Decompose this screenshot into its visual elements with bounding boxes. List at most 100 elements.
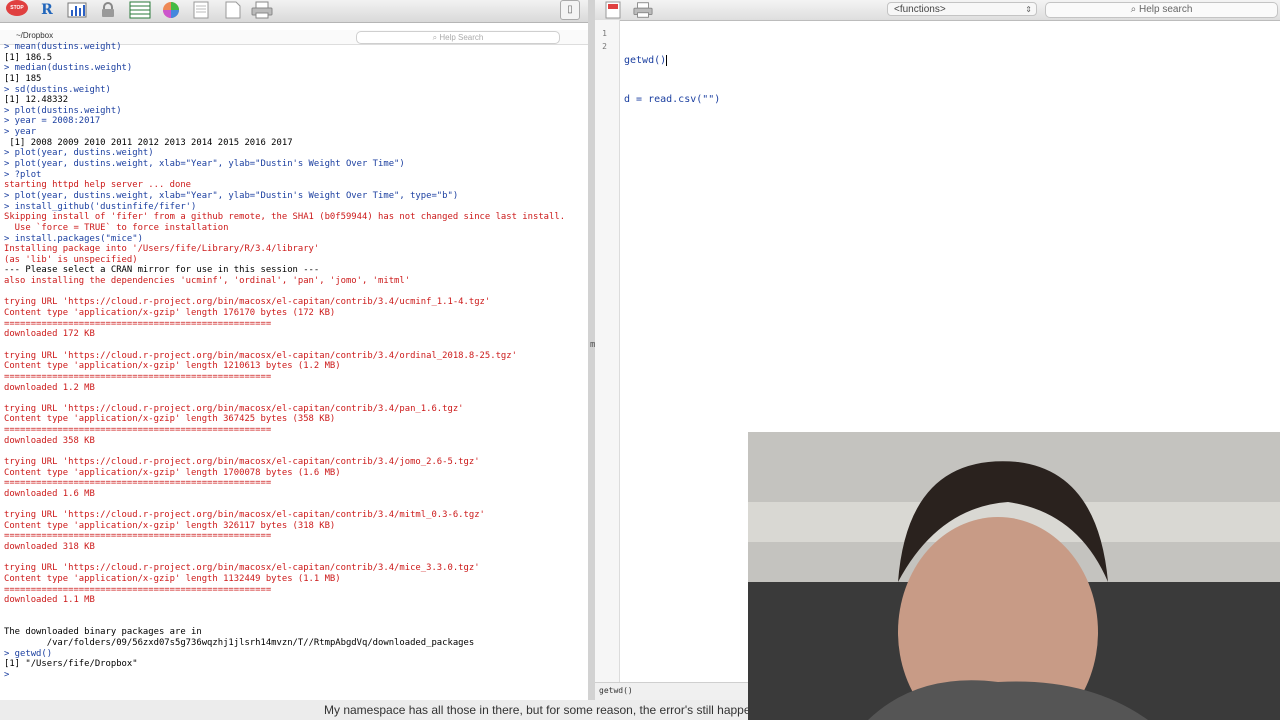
console-line: Content type 'application/x-gzip' length… xyxy=(4,414,336,425)
console-line: downloaded 1.6 MB xyxy=(4,488,95,499)
console-line: > install.packages("mice") xyxy=(4,233,143,244)
console-line: Content type 'application/x-gzip' length… xyxy=(4,574,341,585)
presenter-video-icon xyxy=(748,432,1280,720)
console-line: > install_github('dustinfife/fifer') xyxy=(4,201,197,212)
line-number: 1 xyxy=(602,29,607,38)
console-line: ========================================… xyxy=(4,371,272,382)
console-output[interactable]: > mean(dustins.weight) [1] 186.5 > median(… xyxy=(0,42,590,694)
console-line: --- Please select a CRAN mirror for use … xyxy=(4,265,320,276)
console-line: Use `force = TRUE` to force installation xyxy=(4,222,229,233)
stop-icon[interactable]: STOP xyxy=(6,0,28,16)
console-line: ========================================… xyxy=(4,318,272,329)
print-icon[interactable] xyxy=(633,1,653,19)
editor-toolbar: <functions> ⇕ ⌕ Help search xyxy=(595,0,1280,21)
code-line[interactable]: d = read.csv("") xyxy=(624,93,720,106)
console-line: starting httpd help server ... done xyxy=(4,180,192,191)
console-line: > year = 2008:2017 xyxy=(4,116,101,127)
console-line: trying URL 'https://cloud.r-project.org/… xyxy=(4,456,480,467)
console-line: [1] "/Users/fife/Dropbox" xyxy=(4,659,138,670)
console-line: ========================================… xyxy=(4,478,272,489)
console-line: > mean(dustins.weight) xyxy=(4,42,122,52)
console-line: > plot(dustins.weight) xyxy=(4,105,122,116)
lock-icon[interactable] xyxy=(97,0,119,20)
console-line: also installing the dependencies 'ucminf… xyxy=(4,276,411,287)
console-line: > getwd() xyxy=(4,648,53,659)
console-line: ========================================… xyxy=(4,531,272,542)
console-line: downloaded 318 KB xyxy=(4,542,95,553)
console-line: Installing package into '/Users/fife/Lib… xyxy=(4,244,320,255)
working-directory-path[interactable]: ~/Dropbox xyxy=(16,31,53,40)
console-line: trying URL 'https://cloud.r-project.org/… xyxy=(4,563,480,574)
functions-dropdown[interactable]: <functions> ⇕ xyxy=(887,2,1037,16)
subtitle-bar: My namespace has all those in there, but… xyxy=(0,700,777,720)
editor-help-search-input[interactable]: ⌕ Help search xyxy=(1045,2,1278,18)
console-help-search-placeholder: Help Search xyxy=(439,33,484,42)
console-line: > xyxy=(4,669,10,680)
search-icon: ⌕ xyxy=(1130,4,1140,15)
console-line: trying URL 'https://cloud.r-project.org/… xyxy=(4,403,464,414)
r-console-window: STOP R ▯ ~/Dropbox ⌕ Help Search > mean( xyxy=(0,0,589,700)
pane-divider[interactable]: m xyxy=(588,0,595,700)
new-document-icon[interactable] xyxy=(222,0,244,20)
console-line: trying URL 'https://cloud.r-project.org/… xyxy=(4,510,485,521)
source-icon[interactable] xyxy=(603,1,623,19)
console-toolbar: STOP R ▯ xyxy=(0,0,588,23)
webcam-overlay xyxy=(748,432,1280,720)
functions-dropdown-value: <functions> xyxy=(894,4,946,15)
table-icon[interactable] xyxy=(128,0,152,20)
r-label: R xyxy=(41,2,53,18)
stop-label: STOP xyxy=(10,5,24,11)
code-line[interactable]: getwd() xyxy=(624,54,720,67)
console-line: > sd(dustins.weight) xyxy=(4,84,111,95)
video-caption: My namespace has all those in there, but… xyxy=(324,703,777,717)
console-line: ========================================… xyxy=(4,425,272,436)
console-line: [1] 186.5 xyxy=(4,52,53,63)
console-line: The downloaded binary packages are in xyxy=(4,627,202,638)
console-toggle-button[interactable]: ▯ xyxy=(560,0,580,20)
status-text: getwd() xyxy=(599,686,633,695)
console-line: > plot(year, dustins.weight, xlab="Year"… xyxy=(4,159,405,170)
console-line: Content type 'application/x-gzip' length… xyxy=(4,308,336,319)
console-line: downloaded 172 KB xyxy=(4,329,95,340)
text-cursor xyxy=(666,54,668,66)
console-line: > ?plot xyxy=(4,169,42,180)
console-line: > year xyxy=(4,127,37,138)
r-logo-icon[interactable]: R xyxy=(36,0,58,20)
console-line: Content type 'application/x-gzip' length… xyxy=(4,467,341,478)
console-line: > median(dustins.weight) xyxy=(4,63,133,74)
line-number-gutter: 1 2 xyxy=(595,20,620,682)
code-editor[interactable]: getwd() d = read.csv("") xyxy=(624,28,720,132)
console-line: trying URL 'https://cloud.r-project.org/… xyxy=(4,297,491,308)
console-line: [1] 2008 2009 2010 2011 2012 2013 2014 2… xyxy=(4,137,293,148)
script-icon[interactable] xyxy=(190,0,212,20)
editor-help-search-placeholder: Help search xyxy=(1139,4,1193,15)
chevron-updown-icon: ⇕ xyxy=(1025,5,1032,14)
console-line: Skipping install of 'fifer' from a githu… xyxy=(4,212,566,223)
bar-chart-icon[interactable] xyxy=(66,0,88,20)
console-line: (as 'lib' is unspecified) xyxy=(4,254,138,265)
console-line: > plot(year, dustins.weight, xlab="Year"… xyxy=(4,190,459,201)
console-line: /var/folders/09/56zxd07s5g736wqzhj1jlsrh… xyxy=(4,637,475,648)
print-icon[interactable] xyxy=(250,0,274,20)
console-line: [1] 12.48332 xyxy=(4,95,69,106)
console-line: downloaded 1.1 MB xyxy=(4,595,95,606)
line-number: 2 xyxy=(602,42,607,51)
console-line: trying URL 'https://cloud.r-project.org/… xyxy=(4,350,517,361)
console-line: [1] 185 xyxy=(4,73,42,84)
console-line: downloaded 358 KB xyxy=(4,435,95,446)
color-wheel-icon[interactable] xyxy=(160,0,182,20)
console-line: Content type 'application/x-gzip' length… xyxy=(4,520,336,531)
console-line: ========================================… xyxy=(4,584,272,595)
console-line: Content type 'application/x-gzip' length… xyxy=(4,361,341,372)
console-line: downloaded 1.2 MB xyxy=(4,382,95,393)
code-line-text: getwd() xyxy=(624,55,667,66)
console-line: > plot(year, dustins.weight) xyxy=(4,148,154,159)
